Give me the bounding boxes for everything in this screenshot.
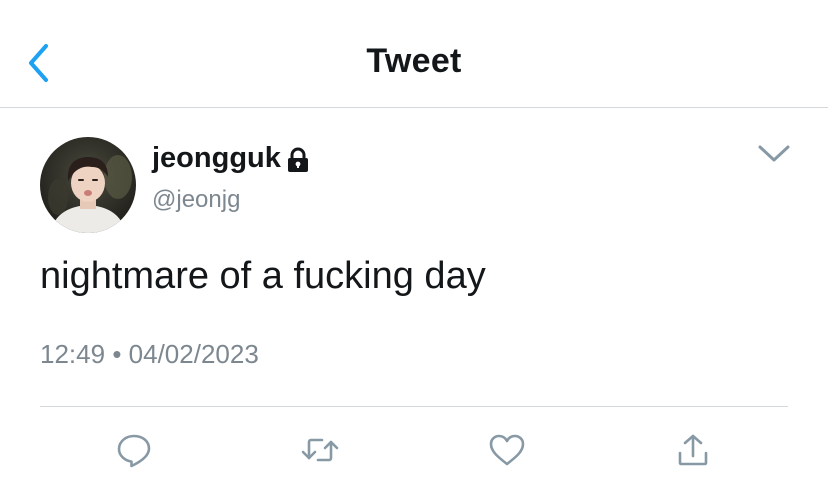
retweet-icon (301, 438, 339, 462)
lock-icon (287, 147, 308, 172)
avatar[interactable] (40, 137, 136, 233)
author-name-row[interactable]: jeongguk (152, 142, 310, 175)
reply-icon (117, 434, 151, 468)
tweet-time: 12:49 (40, 339, 106, 369)
divider (40, 406, 788, 407)
retweet-button[interactable] (300, 430, 340, 470)
share-icon (678, 434, 708, 466)
reply-button[interactable] (114, 430, 154, 470)
tweet-menu-button[interactable] (752, 140, 796, 168)
top-bar: Tweet (0, 0, 828, 108)
tweet-text: nightmare of a fucking day (40, 255, 486, 297)
share-button[interactable] (673, 430, 713, 470)
author-handle[interactable]: @jeonjg (152, 186, 240, 214)
chevron-down-icon (758, 145, 790, 162)
tweet-date: 04/02/2023 (128, 339, 259, 369)
like-button[interactable] (487, 430, 527, 470)
author-display-name: jeongguk (152, 142, 281, 174)
heart-icon (489, 434, 525, 466)
timestamp-separator: • (112, 339, 122, 369)
page-title: Tweet (366, 42, 462, 80)
tweet-timestamp: 12:49 • 04/02/2023 (40, 339, 259, 370)
